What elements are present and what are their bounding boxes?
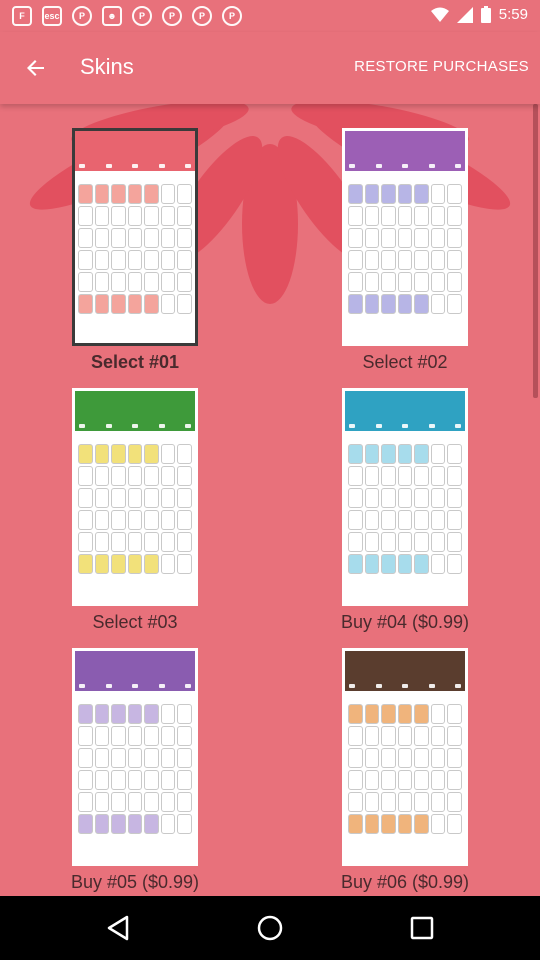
preview-month-bar [75, 691, 195, 701]
pinterest-icon: P [162, 6, 182, 26]
signal-icon [456, 6, 473, 23]
preview-header [75, 131, 195, 171]
circle-home-icon [257, 915, 283, 941]
pinterest-icon: P [222, 6, 242, 26]
cat-icon: ☻ [102, 6, 122, 26]
flipboard-icon: F [12, 6, 32, 26]
skin-preview-thumbnail[interactable] [72, 128, 198, 346]
skin-label[interactable]: Select #02 [280, 352, 530, 373]
wifi-icon [430, 7, 449, 22]
skin-preview-thumbnail[interactable] [342, 388, 468, 606]
preview-month-bar [345, 691, 465, 701]
preview-month-bar [345, 171, 465, 181]
skin-label[interactable]: Buy #05 ($0.99) [10, 872, 260, 893]
skin-card[interactable]: Select #01 [10, 128, 260, 373]
status-bar: F esc P ☻ P P P P 5:59 [0, 0, 540, 32]
skin-card[interactable]: Select #03 [10, 388, 260, 633]
arrow-back-icon [27, 60, 44, 76]
skin-preview-thumbnail[interactable] [72, 388, 198, 606]
status-time: 5:59 [498, 6, 528, 23]
preview-calendar-grid [345, 181, 465, 317]
page-title: Skins [80, 54, 134, 79]
skin-label[interactable]: Select #03 [10, 612, 260, 633]
skin-preview-thumbnail[interactable] [342, 128, 468, 346]
pinterest-icon: P [192, 6, 212, 26]
battery-icon [480, 6, 491, 23]
square-recents-icon [410, 916, 434, 940]
skin-label[interactable]: Select #01 [10, 352, 260, 373]
back-button[interactable] [18, 50, 54, 86]
app-bar: Skins RESTORE PURCHASES [0, 32, 540, 104]
home-nav-button[interactable] [252, 912, 288, 944]
preview-calendar-grid [345, 441, 465, 577]
preview-month-bar [75, 171, 195, 181]
esc-icon: esc [42, 6, 62, 26]
recents-nav-button[interactable] [404, 912, 440, 944]
preview-header [75, 391, 195, 431]
skins-list[interactable]: Select #01 Select #02 Select #03 Buy #04 ($… [0, 104, 540, 896]
skin-preview-thumbnail[interactable] [72, 648, 198, 866]
triangle-back-icon [107, 915, 129, 941]
preview-calendar-grid [345, 701, 465, 837]
back-nav-button[interactable] [100, 912, 136, 944]
preview-month-bar [345, 431, 465, 441]
restore-purchases-button[interactable]: RESTORE PURCHASES [354, 58, 529, 75]
pinterest-icon: P [72, 6, 92, 26]
preview-header [75, 651, 195, 691]
skin-card[interactable]: Buy #04 ($0.99) [280, 388, 530, 633]
navigation-bar [0, 896, 540, 960]
skin-card[interactable]: Buy #05 ($0.99) [10, 648, 260, 893]
skin-label[interactable]: Buy #06 ($0.99) [280, 872, 530, 893]
preview-header [345, 131, 465, 171]
preview-calendar-grid [75, 701, 195, 837]
preview-header [345, 391, 465, 431]
preview-header [345, 651, 465, 691]
skin-card[interactable]: Buy #06 ($0.99) [280, 648, 530, 893]
pinterest-icon: P [132, 6, 152, 26]
preview-calendar-grid [75, 441, 195, 577]
skin-label[interactable]: Buy #04 ($0.99) [280, 612, 530, 633]
scrollbar[interactable] [533, 104, 538, 398]
skin-preview-thumbnail[interactable] [342, 648, 468, 866]
preview-calendar-grid [75, 181, 195, 317]
preview-month-bar [75, 431, 195, 441]
skin-card[interactable]: Select #02 [280, 128, 530, 373]
